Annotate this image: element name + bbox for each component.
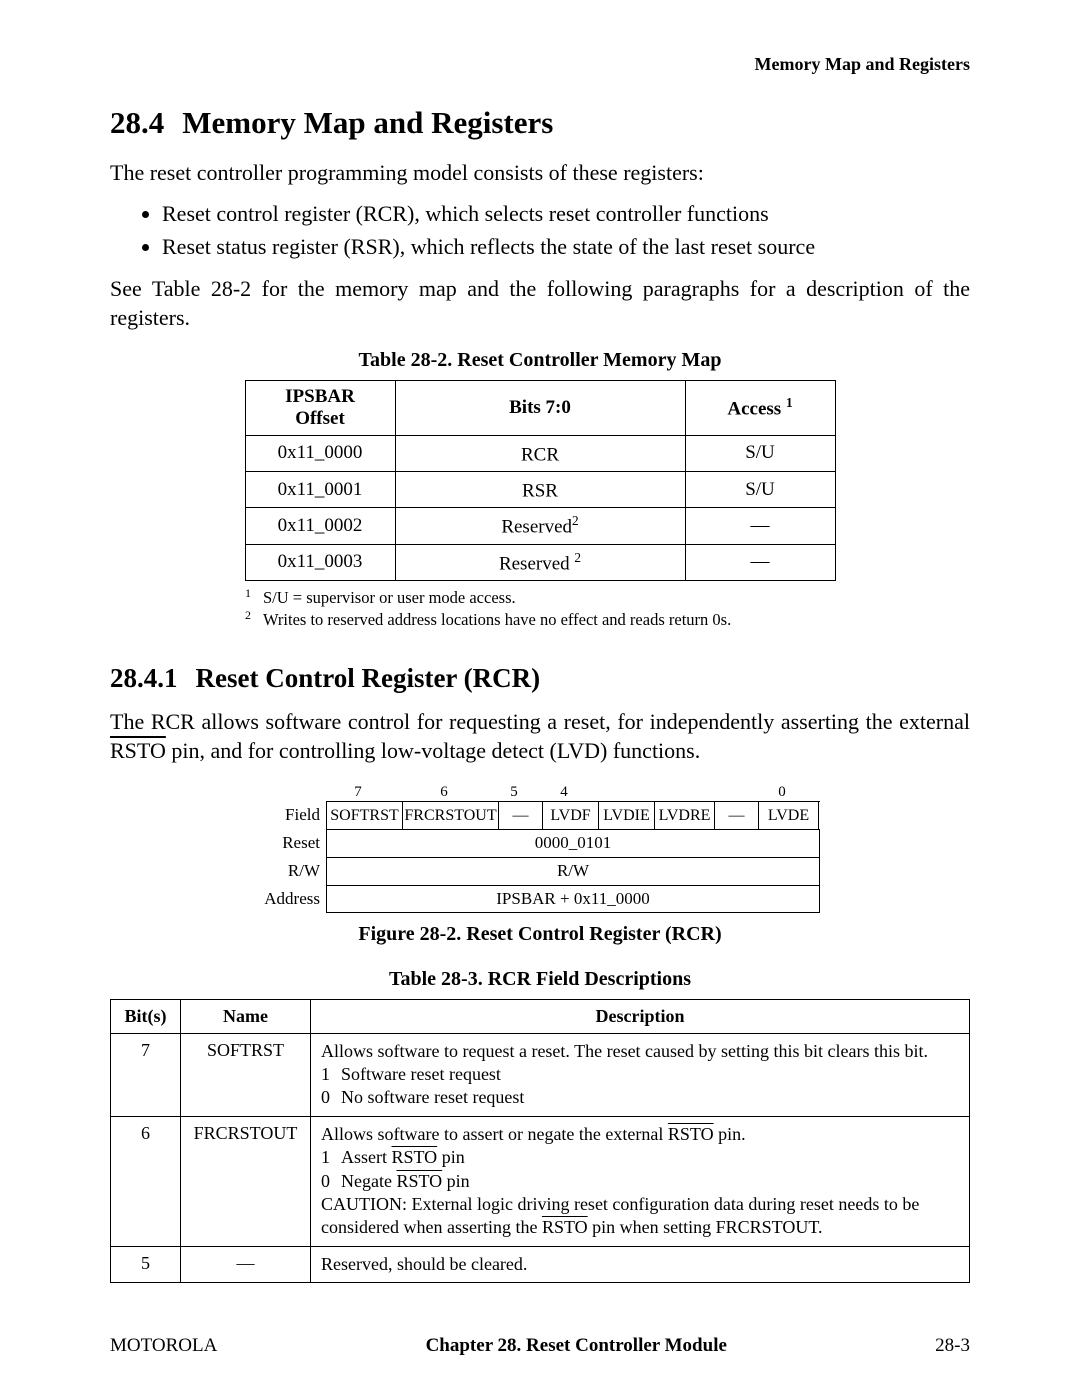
table-row: 7 SOFTRST Allows software to request a r… <box>111 1033 970 1116</box>
col-name: Name <box>181 999 311 1033</box>
table-row: 0x11_0000 RCR S/U <box>245 435 835 471</box>
running-head: Memory Map and Registers <box>110 54 970 75</box>
row-label: Address <box>260 885 326 913</box>
intro-paragraph: The reset controller programming model c… <box>110 159 970 188</box>
bit-num: 7 <box>320 784 396 801</box>
bit-num: 0 <box>752 784 812 801</box>
cell-offset: 0x11_0003 <box>245 544 395 580</box>
post-bullets-paragraph: See Table 28-2 for the memory map and th… <box>110 275 970 332</box>
cell-description: Allows software to request a reset. The … <box>311 1033 970 1116</box>
bit-num: 5 <box>492 784 536 801</box>
section-heading: 28.4 Memory Map and Registers <box>110 105 970 141</box>
cell-bits: 6 <box>111 1116 181 1246</box>
cell-access: S/U <box>685 435 835 471</box>
footer-center: Chapter 28. Reset Controller Module <box>426 1335 727 1357</box>
cell-name: FRCRSTOUT <box>181 1116 311 1246</box>
field-cell: — <box>499 802 543 830</box>
figure-28-2: 7 6 5 4 0 Field SOFTRST FRCRSTOUT — LVDF… <box>260 784 820 913</box>
rsto-overline: RSTO <box>110 738 166 763</box>
footnote-mark: 1 <box>245 585 263 607</box>
table-row: 5 — Reserved, should be cleared. <box>111 1246 970 1282</box>
col-bits: Bits 7:0 <box>395 380 685 435</box>
reset-value: 0000_0101 <box>327 830 820 857</box>
field-cell: LVDIE <box>599 802 655 830</box>
table-row: 0x11_0002 Reserved2 — <box>245 508 835 544</box>
cell-bits: 7 <box>111 1033 181 1116</box>
cell-name: SOFTRST <box>181 1033 311 1116</box>
address-value: IPSBAR + 0x11_0000 <box>327 886 820 912</box>
page-footer: MOTOROLA Chapter 28. Reset Controller Mo… <box>110 1335 970 1357</box>
row-label: R/W <box>260 857 326 885</box>
cell-access: — <box>685 508 835 544</box>
footnote-text: Writes to reserved address locations hav… <box>263 609 731 631</box>
table-28-2: IPSBAR Offset Bits 7:0 Access 1 0x11_000… <box>245 380 836 581</box>
cell-access: — <box>685 544 835 580</box>
cell-offset: 0x11_0002 <box>245 508 395 544</box>
table-row: 0x11_0003 Reserved 2 — <box>245 544 835 580</box>
cell-bits: RCR <box>395 435 685 471</box>
row-label: Field <box>260 801 326 829</box>
row-label: Reset <box>260 829 326 857</box>
table-28-3-caption: Table 28-3. RCR Field Descriptions <box>110 968 970 991</box>
rw-row: R/W R/W <box>260 857 820 885</box>
section-title: Memory Map and Registers <box>182 105 553 140</box>
table-header-row: Bit(s) Name Description <box>111 999 970 1033</box>
reset-row: Reset 0000_0101 <box>260 829 820 857</box>
bit-num: 6 <box>396 784 492 801</box>
rw-value: R/W <box>327 858 820 885</box>
cell-bits: Reserved 2 <box>395 544 685 580</box>
figure-28-2-caption: Figure 28-2. Reset Control Register (RCR… <box>110 923 970 946</box>
cell-offset: 0x11_0000 <box>245 435 395 471</box>
bit-num: 4 <box>536 784 592 801</box>
cell-access: S/U <box>685 471 835 507</box>
section-number: 28.4 <box>110 105 164 140</box>
rcr-paragraph: The RCR allows software control for requ… <box>110 708 970 765</box>
field-cell: LVDE <box>759 802 819 830</box>
col-bits: Bit(s) <box>111 999 181 1033</box>
field-cell: FRCRSTOUT <box>403 802 499 830</box>
cell-description: Reserved, should be cleared. <box>311 1246 970 1282</box>
table-28-3: Bit(s) Name Description 7 SOFTRST Allows… <box>110 999 970 1284</box>
field-cell: LVDRE <box>655 802 715 830</box>
table-28-2-footnotes: 1 S/U = supervisor or user mode access. … <box>245 587 835 632</box>
footnote-mark: 2 <box>245 607 263 629</box>
cell-bits: Reserved2 <box>395 508 685 544</box>
page: Memory Map and Registers 28.4 Memory Map … <box>0 0 1080 1397</box>
field-cell: — <box>715 802 759 830</box>
list-item: Reset status register (RSR), which refle… <box>162 231 970 263</box>
col-description: Description <box>311 999 970 1033</box>
footnote-text: S/U = supervisor or user mode access. <box>263 587 516 609</box>
field-cell: SOFTRST <box>327 802 403 830</box>
cell-bits: RSR <box>395 471 685 507</box>
cell-bits: 5 <box>111 1246 181 1282</box>
footer-left: MOTOROLA <box>110 1335 217 1357</box>
table-row: 6 FRCRSTOUT Allows software to assert or… <box>111 1116 970 1246</box>
subsection-title: Reset Control Register (RCR) <box>196 663 541 693</box>
cell-name: — <box>181 1246 311 1282</box>
table-header-row: IPSBAR Offset Bits 7:0 Access 1 <box>245 380 835 435</box>
footnote: 2 Writes to reserved address locations h… <box>245 609 835 631</box>
subsection-number: 28.4.1 <box>110 663 178 693</box>
bit-num <box>708 784 752 801</box>
field-row: Field SOFTRST FRCRSTOUT — LVDF LVDIE LVD… <box>260 801 820 829</box>
col-access: Access 1 <box>685 380 835 435</box>
bit-numbers: 7 6 5 4 0 <box>320 784 820 801</box>
table-28-2-caption: Table 28-2. Reset Controller Memory Map <box>110 349 970 372</box>
bit-num <box>648 784 708 801</box>
subsection-heading: 28.4.1 Reset Control Register (RCR) <box>110 663 970 694</box>
address-row: Address IPSBAR + 0x11_0000 <box>260 885 820 913</box>
footnote: 1 S/U = supervisor or user mode access. <box>245 587 835 609</box>
col-ipsbar-offset: IPSBAR Offset <box>245 380 395 435</box>
cell-description: Allows software to assert or negate the … <box>311 1116 970 1246</box>
field-cell: LVDF <box>543 802 599 830</box>
list-item: Reset control register (RCR), which sele… <box>162 198 970 230</box>
footer-right: 28-3 <box>935 1335 970 1357</box>
bit-num <box>592 784 648 801</box>
cell-offset: 0x11_0001 <box>245 471 395 507</box>
bullet-list: Reset control register (RCR), which sele… <box>162 198 970 264</box>
table-row: 0x11_0001 RSR S/U <box>245 471 835 507</box>
